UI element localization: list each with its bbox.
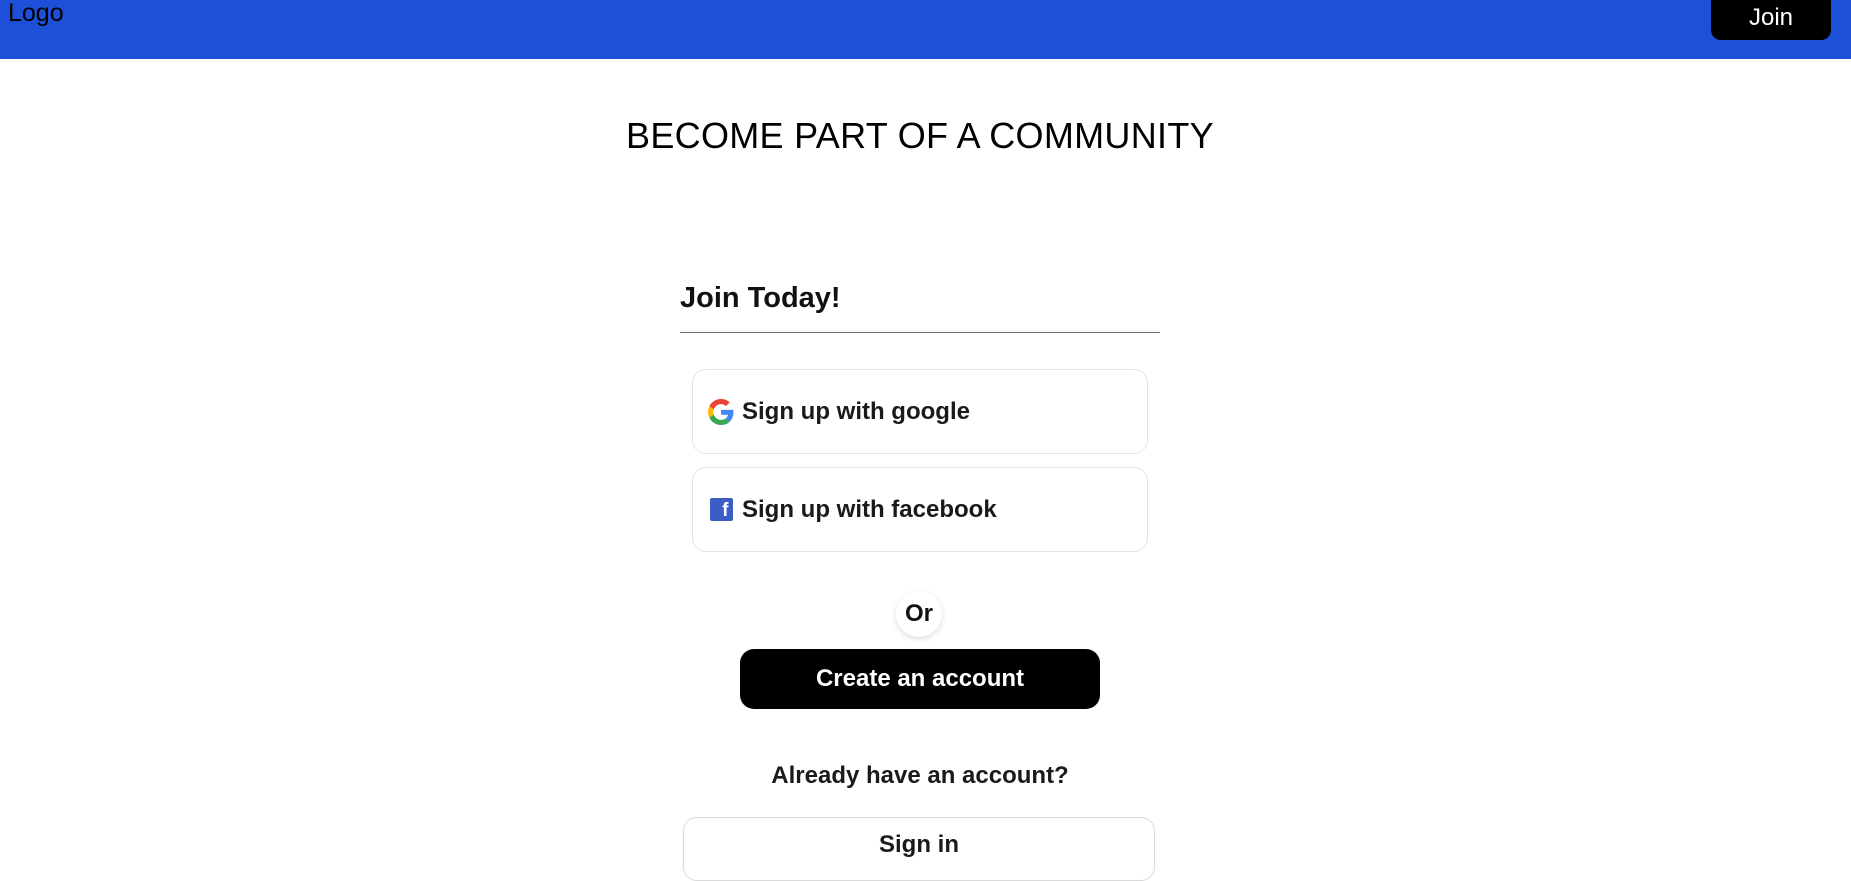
facebook-icon-glyph: f — [709, 498, 733, 521]
or-separator: Or — [896, 591, 942, 637]
sign-up-google-label: Sign up with google — [742, 397, 970, 425]
join-button[interactable]: Join — [1711, 0, 1831, 40]
already-have-account-text: Already have an account? — [771, 762, 1069, 789]
sign-up-google-button[interactable]: Sign up with google — [692, 369, 1148, 454]
facebook-icon: f — [708, 497, 734, 523]
create-account-button[interactable]: Create an account — [740, 649, 1100, 709]
page-title: BECOME PART OF A COMMUNITY — [626, 115, 1214, 156]
sign-in-button[interactable]: Sign in — [683, 817, 1155, 881]
top-navigation-bar: Logo Join — [0, 0, 1851, 59]
form-divider — [680, 332, 1160, 333]
logo[interactable]: Logo — [8, 0, 64, 26]
sign-up-facebook-label: Sign up with facebook — [742, 495, 997, 523]
sign-up-facebook-button[interactable]: f Sign up with facebook — [692, 467, 1148, 552]
form-heading: Join Today! — [680, 282, 841, 314]
google-icon — [708, 398, 734, 425]
